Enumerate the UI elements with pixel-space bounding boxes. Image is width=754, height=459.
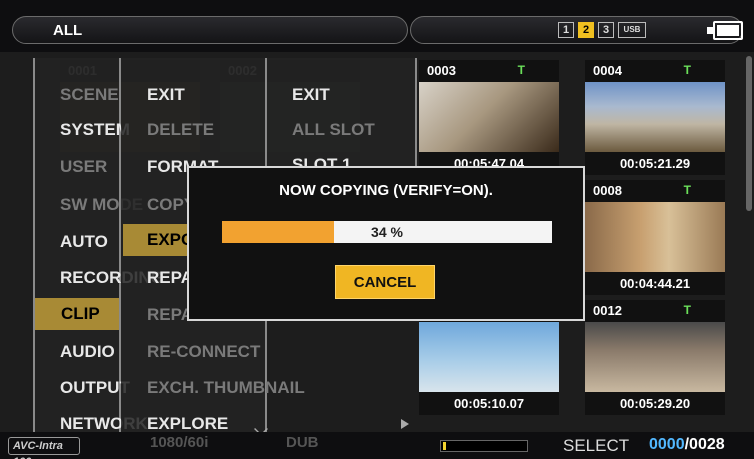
progress-label: 34 %: [371, 224, 403, 240]
export-all-slot[interactable]: ALL SLOT: [292, 120, 375, 140]
clip-thumbnail[interactable]: 0003 T 00:05:47.04: [419, 60, 559, 175]
slot-3-icon: 3: [598, 22, 614, 38]
codec-indicator: AVC-Intra 100: [8, 437, 148, 459]
slot-status-pill: [410, 16, 743, 44]
copy-progress-dialog: NOW COPYING (VERIFY=ON). 34 % CANCEL: [187, 166, 585, 321]
export-exit[interactable]: EXIT: [292, 85, 330, 105]
clip-timecode: 00:05:10.07: [419, 392, 559, 415]
clip-flag: T: [683, 63, 691, 77]
codec-label: AVC-Intra 100: [8, 437, 80, 459]
clip-flag: T: [517, 63, 525, 77]
total-count: /0028: [684, 436, 725, 453]
clip-timecode: 00:05:29.20: [585, 392, 725, 415]
clip-number: 0004: [593, 63, 622, 78]
clip-preview-image: [419, 322, 559, 392]
clip-preview-image: [585, 202, 725, 272]
dub-label: DUB: [286, 434, 319, 451]
submenu-explore[interactable]: EXPLORE: [147, 414, 228, 434]
clip-flag: T: [683, 183, 691, 197]
grid-scrollbar[interactable]: [746, 56, 752, 211]
submenu-exit[interactable]: EXIT: [147, 85, 185, 105]
selection-count: 0000/0028: [649, 436, 725, 454]
clip-thumbnail[interactable]: 0004 T 00:05:21.29: [585, 60, 725, 175]
clip-number: 0003: [427, 63, 456, 78]
clip-preview-image: [419, 82, 559, 152]
clip-timecode: 00:05:21.29: [585, 152, 725, 175]
view-mode-label: ALL: [53, 22, 83, 39]
menu-item-audio[interactable]: AUDIO: [60, 342, 115, 362]
cancel-button[interactable]: CANCEL: [335, 265, 435, 299]
selected-count: 0000: [649, 436, 685, 453]
clip-timecode: 00:04:44.21: [585, 272, 725, 295]
chevron-right-icon: [401, 419, 409, 429]
top-status-bar: ALL 1 2 3 USB: [0, 0, 754, 52]
menu-item-clip[interactable]: CLIP: [35, 298, 119, 330]
resolution-label: 1080/60i: [150, 434, 209, 451]
menu-item-system[interactable]: SYSTEM: [60, 120, 130, 140]
main-menu-panel: [33, 58, 121, 458]
clip-flag: T: [683, 303, 691, 317]
clip-number: 0012: [593, 303, 622, 318]
view-mode-indicator[interactable]: ALL: [12, 16, 408, 44]
select-label: SELECT: [563, 436, 630, 455]
submenu-exch-thumbnail[interactable]: EXCH. THUMBNAIL: [147, 378, 305, 398]
submenu-re-connect[interactable]: RE-CONNECT: [147, 342, 260, 362]
menu-item-scene[interactable]: SCENE: [60, 85, 119, 105]
media-remaining-bar: [440, 440, 528, 452]
clip-number: 0008: [593, 183, 622, 198]
menu-item-output[interactable]: OUTPUT: [60, 378, 130, 398]
slot-1-icon: 1: [558, 22, 574, 38]
usb-slot-icon: USB: [618, 22, 646, 38]
menu-item-auto[interactable]: AUTO: [60, 232, 108, 252]
clip-preview-image: [585, 322, 725, 392]
dialog-title: NOW COPYING (VERIFY=ON).: [279, 182, 493, 199]
clip-thumbnail[interactable]: 0012 T 00:05:29.20: [585, 300, 725, 415]
battery-full-icon: [707, 21, 743, 40]
slot-2-icon: 2: [578, 22, 594, 38]
menu-item-user[interactable]: USER: [60, 157, 107, 177]
clip-thumbnail[interactable]: 0008 T 00:04:44.21: [585, 180, 725, 295]
submenu-delete[interactable]: DELETE: [147, 120, 214, 140]
clip-preview-image: [585, 82, 725, 152]
progress-bar: 34 %: [222, 221, 552, 243]
